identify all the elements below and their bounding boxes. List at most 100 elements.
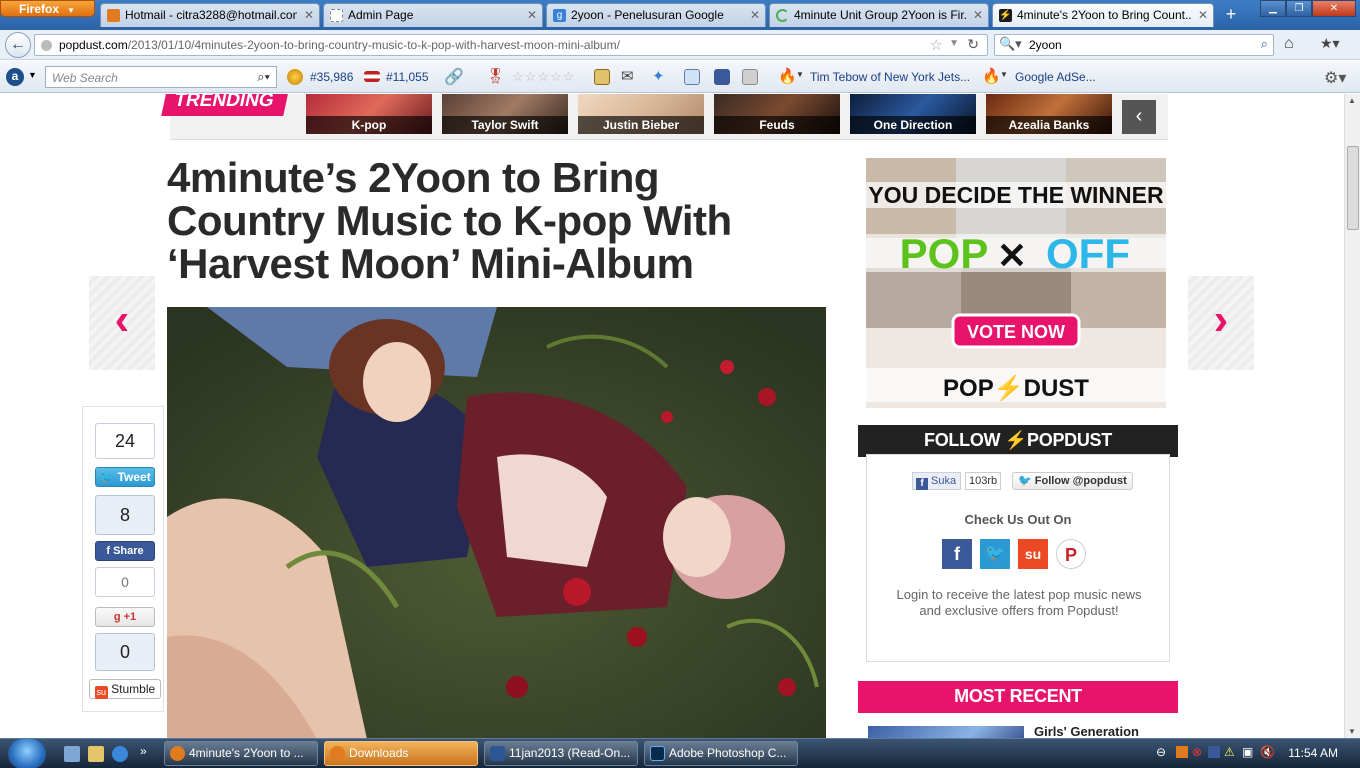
firefox-menu-button[interactable]: Firefox ▼	[0, 0, 95, 17]
trending-item-kpop[interactable]: K-pop	[306, 94, 432, 134]
tab-label: 2yoon - Penelusuran Google	[571, 8, 724, 22]
notebook-icon[interactable]	[594, 69, 610, 85]
email-icon[interactable]: ✉	[621, 67, 634, 85]
explorer-icon[interactable]	[88, 746, 104, 762]
next-article-button[interactable]: ›	[1188, 276, 1254, 370]
close-tab-icon[interactable]: ✕	[1198, 4, 1208, 26]
google-favicon-icon: g	[553, 9, 566, 22]
back-button[interactable]: ←	[5, 32, 31, 58]
gear-icon[interactable]: ⚙▾	[1324, 68, 1346, 88]
firefox-icon	[170, 746, 185, 761]
trending-item-label: Justin Bieber	[578, 116, 704, 134]
search-query[interactable]: 2yoon	[1029, 38, 1062, 52]
ad-top-text: YOU DECIDE THE WINNER	[868, 182, 1164, 208]
rating-stars[interactable]: ☆☆☆☆☆	[512, 69, 575, 85]
trending-item-feuds[interactable]: Feuds	[714, 94, 840, 134]
taskbar-clock[interactable]: 11:54 AM	[1288, 746, 1338, 760]
trending-item-one-direction[interactable]: One Direction	[850, 94, 976, 134]
trending-item-azealia-banks[interactable]: Azealia Banks	[986, 94, 1112, 134]
close-tab-icon[interactable]: ✕	[750, 4, 760, 26]
tab-admin-page[interactable]: Admin Page ✕	[323, 3, 543, 27]
search-bar[interactable]: 🔍▾ 2yoon ⌕	[994, 34, 1274, 56]
trending-prev-button[interactable]: ‹	[1122, 100, 1156, 134]
show-desktop-icon[interactable]	[64, 746, 80, 762]
facebook-like-button[interactable]: f Suka	[912, 472, 962, 490]
search-icon[interactable]: ⌕	[1261, 36, 1268, 52]
more-quicklaunch-icon[interactable]: »	[140, 744, 147, 758]
facebook-icon[interactable]	[714, 69, 730, 85]
sparkle-icon[interactable]: ✦	[652, 67, 665, 85]
scroll-down-icon[interactable]: ▼	[1348, 727, 1356, 736]
twitter-follow-button[interactable]: 🐦 Follow @popdust	[1012, 472, 1133, 490]
tray-antivirus-icon[interactable]: ⊗	[1192, 745, 1202, 759]
chevron-down-icon[interactable]: ▼	[1000, 70, 1008, 79]
internet-explorer-icon[interactable]	[112, 746, 128, 762]
tray-app-icon[interactable]	[1208, 746, 1220, 758]
start-button[interactable]	[8, 739, 46, 768]
flame-icon[interactable]: 🔥	[778, 67, 797, 85]
close-tab-icon[interactable]: ✕	[304, 4, 314, 26]
pinterest-icon[interactable]: P	[1056, 539, 1086, 569]
url-text[interactable]: popdust.com/2013/01/10/4minutes-2yoon-to…	[59, 38, 620, 52]
bookmark-star-icon[interactable]: ☆	[930, 36, 943, 54]
alexa-globe-icon[interactable]	[287, 69, 303, 85]
tray-warning-icon[interactable]: ⚠	[1224, 745, 1235, 759]
facebook-share-button[interactable]: f Share	[95, 541, 155, 561]
follow-prefix: FOLLOW	[924, 430, 1001, 450]
taskbar-item-downloads[interactable]: Downloads	[324, 741, 478, 766]
news-ticker-item[interactable]: Tim Tebow of New York Jets...	[810, 70, 970, 84]
award-ribbon-icon[interactable]: 🎖	[486, 67, 505, 85]
page-scrollbar[interactable]: ▲ ▼	[1344, 94, 1360, 738]
twitter-share-icon[interactable]	[684, 69, 700, 85]
gplus-button[interactable]: g +1	[95, 607, 155, 627]
recent-article-title[interactable]: Girls' Generation	[1034, 724, 1139, 738]
scroll-up-icon[interactable]: ▲	[1348, 96, 1356, 105]
twitter-icon[interactable]: 🐦	[980, 539, 1010, 569]
facebook-icon[interactable]: f	[942, 539, 972, 569]
minimize-button[interactable]: ▁	[1260, 0, 1286, 17]
taskbar-item-word-doc[interactable]: 11jan2013 (Read-On...	[484, 741, 638, 766]
feed-icon[interactable]: 🔥	[982, 67, 1001, 85]
address-bar[interactable]: popdust.com/2013/01/10/4minutes-2yoon-to…	[34, 34, 988, 56]
site-identity-icon[interactable]	[41, 40, 52, 51]
web-search-field[interactable]: Web Search ⌕▾	[45, 66, 277, 88]
chevron-down-icon[interactable]: ▼	[796, 70, 804, 79]
close-tab-icon[interactable]: ✕	[973, 4, 983, 26]
tray-expand-icon[interactable]: ⊖	[1156, 745, 1166, 759]
adsense-item[interactable]: Google AdSe...	[1015, 70, 1096, 84]
tab-google-search[interactable]: g 2yoon - Penelusuran Google ✕	[546, 3, 766, 27]
close-window-button[interactable]: ✕	[1312, 0, 1356, 17]
tab-4minute-unit[interactable]: 4minute Unit Group 2Yoon is Fir... ✕	[769, 3, 989, 27]
new-tab-button[interactable]: +	[1216, 3, 1246, 27]
history-dropdown-icon[interactable]: ▼	[949, 38, 959, 49]
recent-article-thumbnail[interactable]	[868, 726, 1024, 738]
stumbleupon-icon[interactable]: su	[1018, 539, 1048, 569]
tray-volume-icon[interactable]: 🔇	[1260, 745, 1275, 759]
taskbar-item-photoshop[interactable]: Adobe Photoshop C...	[644, 741, 798, 766]
home-icon[interactable]: ⌂	[1284, 35, 1294, 53]
previous-article-button[interactable]: ‹	[89, 276, 155, 370]
popoff-ad-banner[interactable]: YOU DECIDE THE WINNER POP ✕ OFF VOTE NOW…	[866, 158, 1166, 408]
tweet-button[interactable]: 🐦 Tweet	[95, 467, 155, 487]
ask-logo-icon[interactable]: a	[6, 68, 24, 86]
chevron-down-icon[interactable]: ▼	[28, 70, 37, 80]
restore-button[interactable]: ❐	[1286, 0, 1312, 17]
trending-item-label: K-pop	[306, 116, 432, 134]
trending-item-justin-bieber[interactable]: Justin Bieber	[578, 94, 704, 134]
link-icon[interactable]: 🔗	[444, 67, 464, 87]
article-headline: 4minute’s 2Yoon to Bring Country Music t…	[167, 154, 732, 287]
tab-popdust-article[interactable]: ⚡ 4minute's 2Yoon to Bring Count... ✕	[992, 3, 1214, 27]
search-icon[interactable]: ⌕▾	[257, 69, 270, 85]
stumbleupon-button[interactable]: su Stumble	[89, 679, 161, 699]
close-tab-icon[interactable]: ✕	[527, 4, 537, 26]
tab-hotmail[interactable]: Hotmail - citra3288@hotmail.com ✕	[100, 3, 320, 27]
search-engine-icon[interactable]: 🔍▾	[999, 36, 1022, 52]
scrollbar-thumb[interactable]	[1347, 146, 1359, 230]
reload-icon[interactable]: ↻	[967, 36, 979, 53]
tray-app-icon[interactable]	[1176, 746, 1188, 758]
taskbar-item-firefox-article[interactable]: 4minute's 2Yoon to ...	[164, 741, 318, 766]
id-card-icon[interactable]	[742, 69, 758, 85]
bookmarks-menu-icon[interactable]: ★▾	[1320, 35, 1340, 52]
trending-item-taylor-swift[interactable]: Taylor Swift	[442, 94, 568, 134]
tray-network-icon[interactable]: ▣	[1242, 745, 1253, 759]
